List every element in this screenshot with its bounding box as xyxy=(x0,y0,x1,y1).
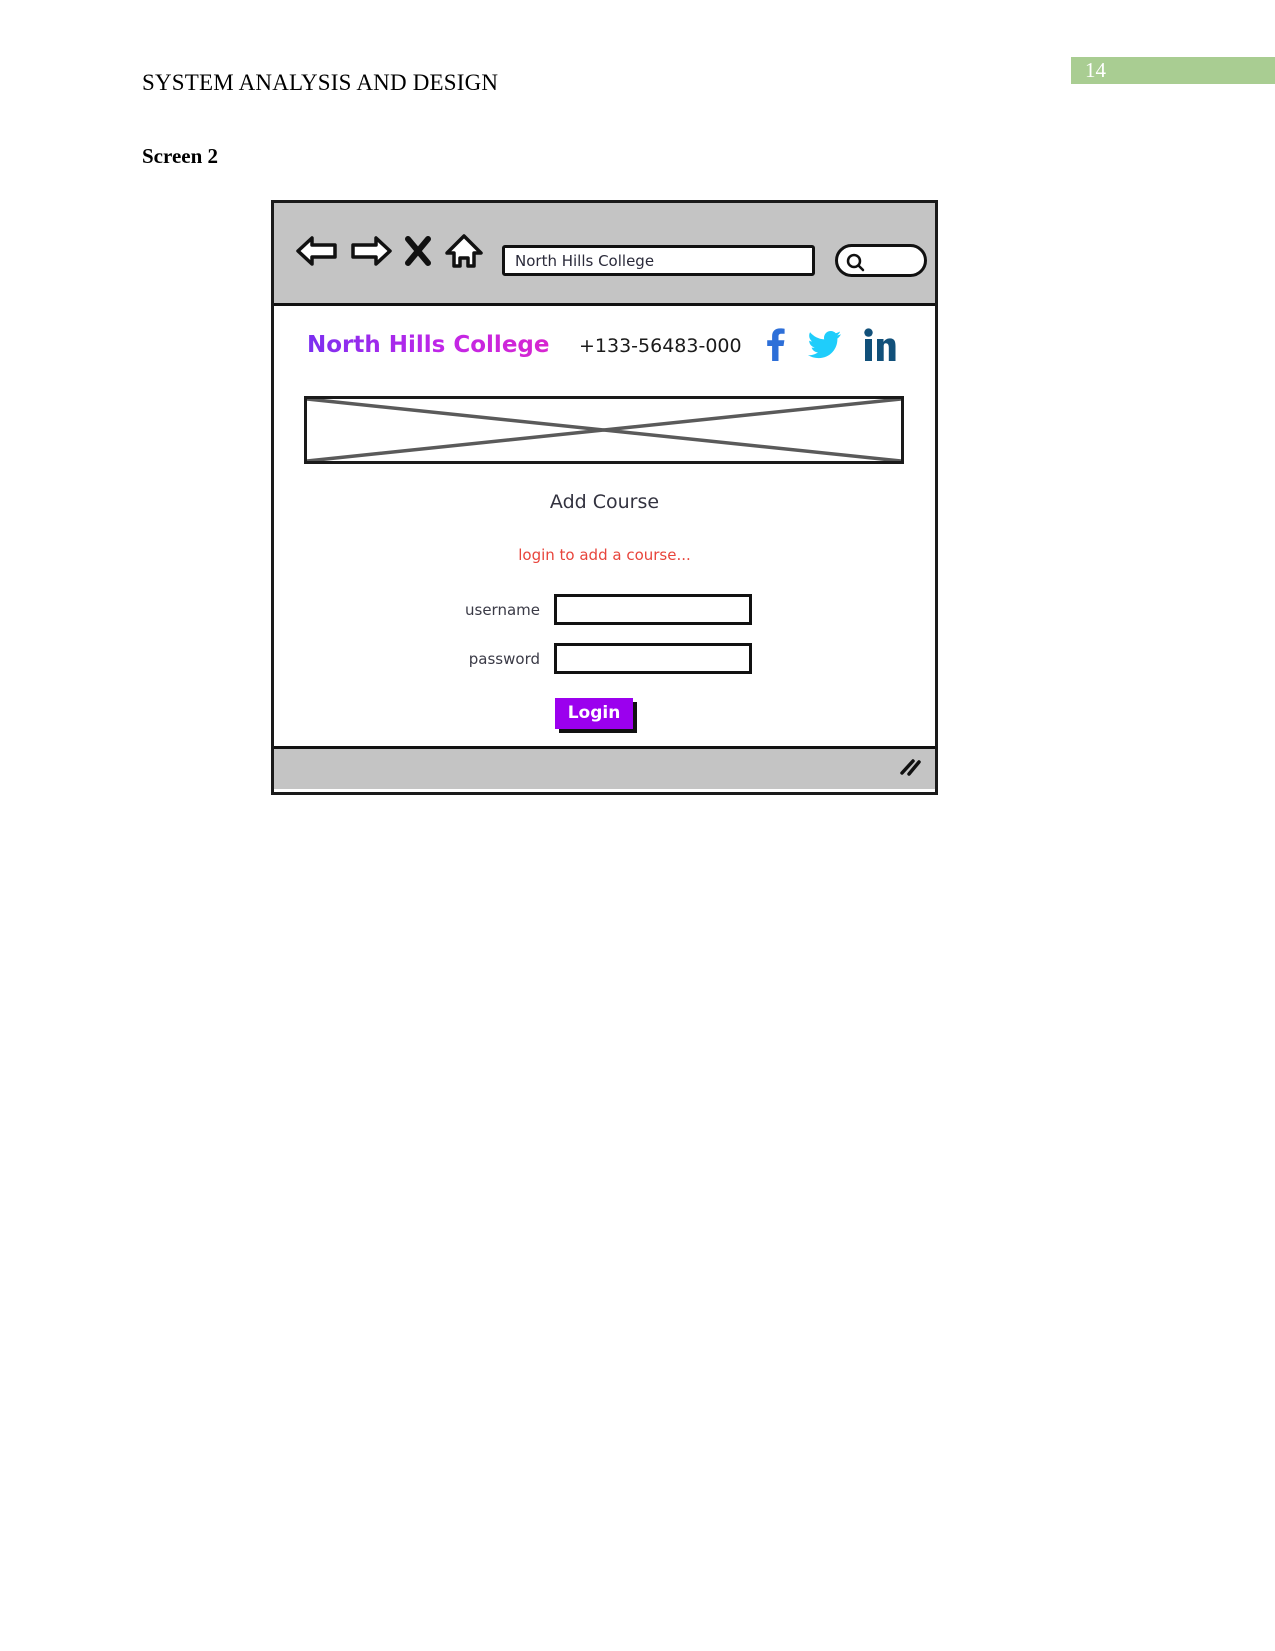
form-row-password: password xyxy=(464,643,752,674)
login-hint-message: login to add a course... xyxy=(518,546,691,564)
home-icon[interactable] xyxy=(444,233,484,269)
document-header-title: SYSTEM ANALYSIS AND DESIGN xyxy=(142,70,499,95)
search-icon xyxy=(846,253,865,272)
social-links xyxy=(764,328,896,362)
address-bar[interactable]: North Hills College xyxy=(502,245,815,276)
resize-grip-icon[interactable] xyxy=(899,759,923,782)
login-button[interactable]: Login xyxy=(555,698,633,729)
password-label: password xyxy=(468,649,540,668)
username-label: username xyxy=(465,600,540,619)
section-label: Screen 2 xyxy=(142,144,219,168)
page-title: Add Course xyxy=(549,491,660,513)
twitter-icon[interactable] xyxy=(808,330,842,360)
forward-arrow-icon[interactable] xyxy=(350,234,392,268)
linkedin-icon[interactable] xyxy=(864,328,896,362)
address-bar-text: North Hills College xyxy=(515,252,655,270)
window-status-bar xyxy=(274,746,935,789)
site-header: North Hills College +133-56483-000 xyxy=(274,328,935,376)
back-arrow-icon[interactable] xyxy=(296,234,338,268)
page-number-badge: 14 xyxy=(1071,57,1275,84)
password-input[interactable] xyxy=(554,643,752,674)
username-input[interactable] xyxy=(554,594,752,625)
browser-toolbar: North Hills College xyxy=(274,203,935,306)
browser-window-mockup: North Hills College North Hills College … xyxy=(271,200,938,795)
form-row-username: username xyxy=(464,594,752,625)
close-icon[interactable] xyxy=(404,234,432,268)
contact-phone: +133-56483-000 xyxy=(579,335,742,357)
image-placeholder xyxy=(304,396,904,464)
login-button-wrapper: Login xyxy=(555,698,633,729)
site-logo-text[interactable]: North Hills College xyxy=(307,332,549,358)
facebook-icon[interactable] xyxy=(764,328,786,362)
toolbar-search-box[interactable] xyxy=(835,244,927,277)
browser-nav-buttons xyxy=(296,233,484,269)
page-content: North Hills College +133-56483-000 Add C… xyxy=(274,306,935,746)
